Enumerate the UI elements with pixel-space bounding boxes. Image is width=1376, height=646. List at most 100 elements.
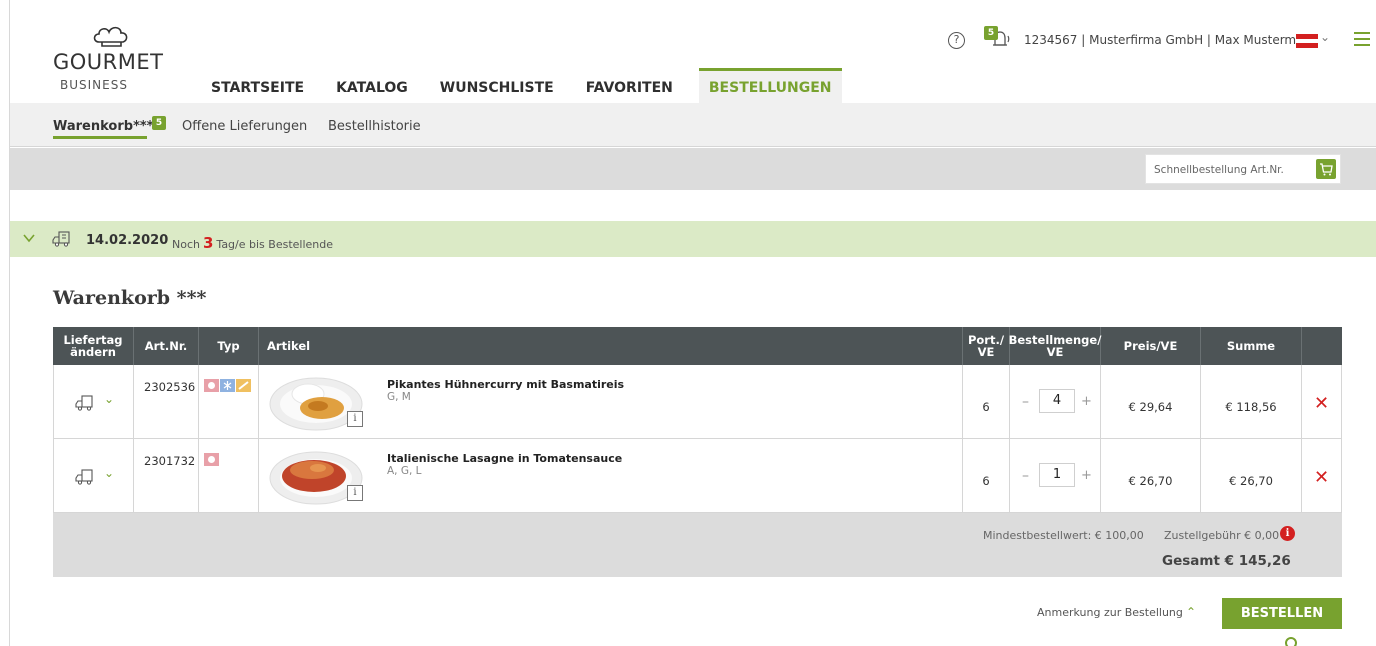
portions-value: 6	[982, 400, 990, 414]
article-cell: i Pikantes Hühnercurry mit Basmatireis G…	[259, 365, 963, 439]
chevron-down-icon[interactable]: ⌄	[104, 466, 114, 480]
order-total: Gesamt € 145,26	[1162, 553, 1291, 569]
hamburger-menu-icon[interactable]	[1354, 32, 1370, 46]
change-day-button[interactable]: ⌄	[53, 365, 134, 439]
notifications-button[interactable]: 5	[984, 26, 1014, 50]
quick-order-bar: Schnellbestellung Art.Nr.	[10, 148, 1376, 190]
nav-startseite[interactable]: STARTSEITE	[195, 68, 320, 103]
order-button[interactable]: BESTELLEN	[1222, 598, 1342, 629]
price-cell: € 26,70	[1101, 439, 1201, 513]
deadline-prefix: Noch	[172, 238, 200, 251]
header-remove	[1302, 327, 1342, 365]
page: GOURMET BUSINESS STARTSEITE KATALOG WUNS…	[0, 0, 1376, 646]
header-portions: Port./VE	[963, 327, 1010, 365]
tab-warenkorb[interactable]: Warenkorb***	[53, 119, 153, 134]
article-cell: i Italienische Lasagne in Tomatensauce A…	[259, 439, 963, 513]
deadline-suffix: Tag/e bis Bestellende	[216, 238, 334, 251]
decrease-quantity-button[interactable]: –	[1022, 394, 1029, 410]
order-note-link[interactable]: Anmerkung zur Bestellung	[1037, 606, 1183, 619]
quick-order-cart-button[interactable]	[1316, 159, 1336, 179]
remove-cell: ✕	[1302, 439, 1342, 513]
cart-icon	[1320, 163, 1333, 176]
header-quantity-line2: VE	[1046, 345, 1064, 359]
chevron-down-icon[interactable]: ⌄	[1320, 30, 1330, 44]
main-nav: STARTSEITE KATALOG WUNSCHLISTE FAVORITEN…	[195, 68, 842, 103]
product-allergens: A, G, L	[387, 465, 422, 477]
info-icon[interactable]: i	[1280, 526, 1295, 541]
cart-table: Liefertag ändern Art.Nr. Typ Artikel Port…	[53, 327, 1342, 513]
remove-cell: ✕	[1302, 365, 1342, 439]
user-info[interactable]: 1234567 | Musterfirma GmbH | Max Musterm…	[1024, 33, 1319, 47]
header-change-day: Liefertag ändern	[53, 327, 134, 365]
portions-value: 6	[982, 474, 990, 488]
page-border	[9, 0, 10, 646]
increase-quantity-button[interactable]: +	[1081, 394, 1092, 409]
quantity-stepper: – 4 +	[1010, 365, 1101, 439]
chevron-up-icon[interactable]: ⌃	[1186, 605, 1196, 619]
quantity-input[interactable]: 1	[1039, 463, 1075, 487]
tab-offene-lieferungen[interactable]: Offene Lieferungen	[182, 119, 307, 134]
cart-count-badge: 5	[152, 116, 166, 130]
quick-order-input[interactable]: Schnellbestellung Art.Nr.	[1145, 154, 1341, 184]
table-row: ⌄ 2301732 i Italienische Lasagne in Toma…	[53, 439, 1342, 513]
logo-subtitle: BUSINESS	[60, 78, 128, 92]
delivery-date: 14.02.2020	[86, 233, 169, 248]
info-icon[interactable]: i	[347, 485, 363, 501]
line-sum: € 26,70	[1229, 474, 1273, 488]
help-icon[interactable]: ?	[948, 32, 965, 49]
delivery-truck-icon	[75, 395, 93, 411]
gourmet-logo[interactable]: GOURMET BUSINESS	[53, 24, 183, 96]
portions-cell: 6	[963, 365, 1010, 439]
delivery-date-bar[interactable]: 14.02.2020 Noch 3 Tag/e bis Bestellende	[10, 221, 1376, 257]
change-day-button[interactable]: ⌄	[53, 439, 134, 513]
active-tab-underline	[53, 136, 147, 139]
logo-wordmark: GOURMET	[53, 50, 164, 74]
header-quantity: Bestellmenge/VE	[1009, 327, 1101, 365]
grain-type-icon	[220, 379, 235, 392]
unit-price: € 26,70	[1128, 474, 1173, 488]
header-artnr: Art.Nr.	[134, 327, 199, 365]
header-change-day-line2: ändern	[70, 345, 116, 359]
article-number: 2302536	[144, 380, 196, 394]
type-cell	[199, 365, 259, 439]
order-summary: Mindestbestellwert: € 100,00 Zustellgebü…	[53, 513, 1342, 577]
quantity-input[interactable]: 4	[1039, 389, 1075, 413]
tab-bestellhistorie[interactable]: Bestellhistorie	[328, 119, 421, 134]
product-allergens: G, M	[387, 391, 411, 403]
product-name[interactable]: Pikantes Hühnercurry mit Basmatireis	[387, 378, 624, 391]
article-number: 2301732	[144, 454, 196, 468]
austria-flag-icon[interactable]	[1296, 34, 1318, 48]
portions-cell: 6	[963, 439, 1010, 513]
table-header: Liefertag ändern Art.Nr. Typ Artikel Port…	[53, 327, 1342, 365]
type-cell	[199, 439, 259, 513]
sum-cell: € 26,70	[1201, 439, 1302, 513]
delivery-truck-icon	[75, 469, 93, 485]
header-sum: Summe	[1201, 327, 1302, 365]
close-x-icon[interactable]: ✕	[1302, 393, 1341, 414]
decrease-quantity-button[interactable]: –	[1022, 468, 1029, 484]
header-portions-line2: VE	[977, 345, 995, 359]
quick-order-placeholder: Schnellbestellung Art.Nr.	[1154, 164, 1284, 176]
chicken-type-icon	[204, 379, 219, 392]
price-cell: € 29,64	[1101, 365, 1201, 439]
delivery-truck-icon	[52, 231, 70, 247]
nav-katalog[interactable]: KATALOG	[320, 68, 424, 103]
deadline-days: 3	[202, 234, 214, 252]
chat-bubble-icon[interactable]	[1285, 637, 1297, 646]
nav-favoriten[interactable]: FAVORITEN	[570, 68, 689, 103]
chevron-down-icon[interactable]	[22, 231, 36, 245]
nav-bestellungen[interactable]: BESTELLUNGEN	[698, 68, 842, 103]
order-deadline-text: Noch 3 Tag/e bis Bestellende	[172, 234, 333, 252]
close-x-icon[interactable]: ✕	[1302, 467, 1341, 488]
product-name[interactable]: Italienische Lasagne in Tomatensauce	[387, 452, 622, 465]
unit-price: € 29,64	[1128, 400, 1173, 414]
sub-nav: Warenkorb*** 5 Offene Lieferungen Bestel…	[10, 103, 1376, 147]
quantity-stepper: – 1 +	[1010, 439, 1101, 513]
chevron-down-icon[interactable]: ⌄	[104, 392, 114, 406]
info-icon[interactable]: i	[347, 411, 363, 427]
page-title: Warenkorb ***	[53, 287, 207, 309]
increase-quantity-button[interactable]: +	[1081, 468, 1092, 483]
nav-wunschliste[interactable]: WUNSCHLISTE	[424, 68, 570, 103]
minimum-order-value: Mindestbestellwert: € 100,00	[983, 529, 1144, 542]
header-price: Preis/VE	[1101, 327, 1201, 365]
